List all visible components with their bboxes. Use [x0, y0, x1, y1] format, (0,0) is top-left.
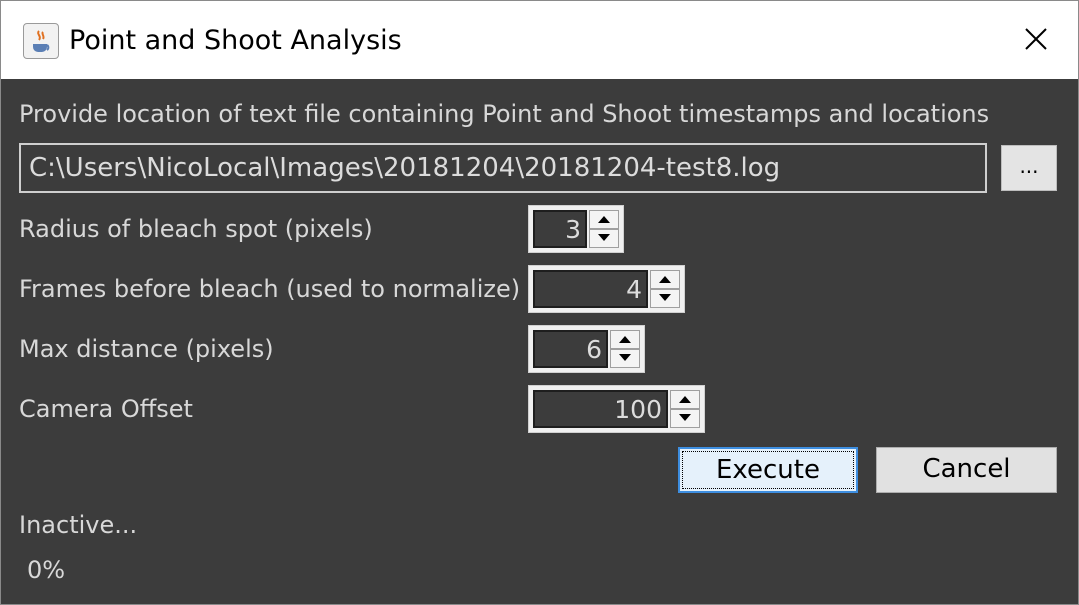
close-icon	[1025, 28, 1047, 50]
java-cup-icon	[23, 23, 59, 59]
arrow-up-icon	[679, 396, 691, 403]
camera-offset-label: Camera Offset	[19, 395, 193, 423]
progress-text: 0%	[27, 556, 66, 584]
radius-decrement-button[interactable]	[589, 229, 619, 248]
file-path-input[interactable]: C:\Users\NicoLocal\Images\20181204\20181…	[19, 143, 987, 193]
arrow-down-icon	[679, 414, 691, 421]
arrow-up-icon	[659, 276, 671, 283]
max-distance-input[interactable]: 6	[533, 330, 608, 368]
camera-offset-increment-button[interactable]	[670, 390, 700, 409]
window-title: Point and Shoot Analysis	[69, 25, 402, 56]
camera-offset-spinner: 100	[528, 385, 705, 433]
frames-decrement-button[interactable]	[650, 289, 680, 308]
frames-spinner: 4	[528, 265, 685, 313]
max-distance-label: Max distance (pixels)	[19, 335, 274, 363]
arrow-up-icon	[619, 336, 631, 343]
file-prompt-label: Provide location of text file containing…	[19, 100, 990, 128]
radius-label: Radius of bleach spot (pixels)	[19, 215, 373, 243]
close-button[interactable]	[1010, 13, 1062, 65]
camera-offset-decrement-button[interactable]	[670, 409, 700, 428]
camera-offset-input[interactable]: 100	[533, 390, 668, 428]
frames-increment-button[interactable]	[650, 270, 680, 289]
dialog-window: Point and Shoot Analysis Provide locatio…	[0, 0, 1079, 605]
arrow-down-icon	[598, 234, 610, 241]
frames-input[interactable]: 4	[533, 270, 648, 308]
browse-button[interactable]: ...	[1001, 145, 1057, 191]
cancel-button[interactable]: Cancel	[876, 447, 1057, 493]
max-distance-decrement-button[interactable]	[610, 349, 640, 368]
arrow-down-icon	[659, 294, 671, 301]
arrow-down-icon	[619, 354, 631, 361]
execute-button[interactable]: Execute	[678, 447, 858, 493]
radius-spinner: 3	[528, 205, 624, 253]
status-text: Inactive...	[19, 511, 138, 539]
title-bar: Point and Shoot Analysis	[1, 1, 1078, 79]
max-distance-spinner: 6	[528, 325, 645, 373]
arrow-up-icon	[598, 216, 610, 223]
frames-label: Frames before bleach (used to normalize)	[19, 275, 521, 303]
radius-increment-button[interactable]	[589, 210, 619, 229]
radius-input[interactable]: 3	[533, 210, 587, 248]
max-distance-increment-button[interactable]	[610, 330, 640, 349]
